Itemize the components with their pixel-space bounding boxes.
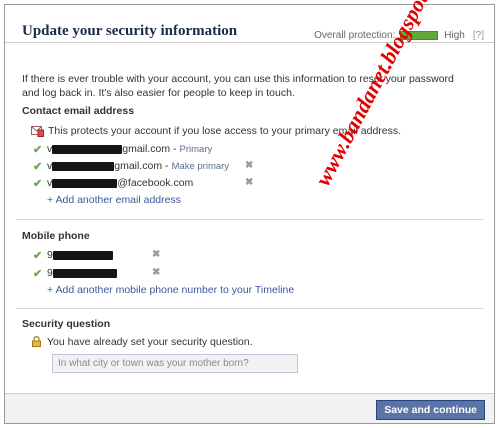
security-question-field[interactable]: In what city or town was your mother bor…: [52, 354, 298, 373]
phone-row: ✔ 9: [33, 266, 117, 280]
email-warning-icon: [31, 126, 44, 137]
email-notice: This protects your account if you lose a…: [31, 124, 401, 138]
help-link[interactable]: [?]: [473, 30, 484, 41]
security-question-status: You have already set your security quest…: [47, 335, 253, 349]
remove-email-icon[interactable]: ✖: [245, 160, 253, 171]
redacted-email-block: [52, 161, 115, 171]
primary-tag: Primary: [179, 143, 213, 155]
protection-level: High: [444, 30, 465, 41]
add-phone-link[interactable]: + Add another mobile phone number to you…: [47, 284, 294, 296]
save-and-continue-button[interactable]: Save and continue: [376, 400, 485, 420]
remove-email-icon[interactable]: ✖: [245, 177, 253, 188]
protection-label: Overall protection:: [314, 30, 396, 41]
dialog-title: Update your security information: [22, 23, 238, 39]
email-domain: @facebook.com: [117, 177, 194, 189]
check-icon: ✔: [33, 267, 43, 280]
check-icon: ✔: [33, 143, 43, 156]
redacted-email-block: [52, 178, 118, 188]
email-domain: gmail.com -: [114, 160, 169, 172]
email-notice-text: This protects your account if you lose a…: [48, 125, 402, 137]
dialog-footer: Save and continue: [5, 393, 494, 423]
section-divider: [16, 308, 484, 309]
redacted-phone-block: [52, 268, 117, 278]
lock-icon: [32, 336, 41, 347]
remove-phone-icon[interactable]: ✖: [152, 249, 160, 260]
section-divider: [16, 219, 484, 220]
email-row-secondary: ✔ v gmail.com - Make primary: [33, 159, 229, 173]
security-dialog: Update your security information Overall…: [4, 4, 495, 424]
email-domain: gmail.com -: [122, 143, 177, 155]
check-icon: ✔: [33, 160, 43, 173]
redacted-phone-block: [52, 250, 113, 260]
protection-meter: [400, 31, 439, 40]
check-icon: ✔: [33, 249, 43, 262]
security-question-status-text: You have already set your security quest…: [47, 336, 253, 348]
contact-email-heading: Contact email address: [22, 105, 135, 117]
phone-prefix: 9: [47, 249, 53, 261]
phone-row: ✔ 9: [33, 248, 113, 262]
phone-prefix: 9: [47, 267, 53, 279]
make-primary-link[interactable]: Make primary: [172, 161, 230, 172]
email-row-facebook: ✔ v @facebook.com: [33, 176, 193, 190]
mobile-phone-heading: Mobile phone: [22, 230, 90, 242]
intro-text: If there is ever trouble with your accou…: [22, 73, 454, 99]
remove-phone-icon[interactable]: ✖: [152, 267, 160, 278]
redacted-email-block: [52, 144, 123, 154]
check-icon: ✔: [33, 177, 43, 190]
email-row-primary: ✔ v gmail.com - Primary: [33, 142, 212, 156]
security-question-heading: Security question: [22, 318, 111, 330]
dialog-header: Update your security information Overall…: [5, 5, 494, 43]
add-email-link[interactable]: + Add another email address: [47, 194, 181, 206]
overall-protection: Overall protection: High [?]: [314, 30, 484, 41]
